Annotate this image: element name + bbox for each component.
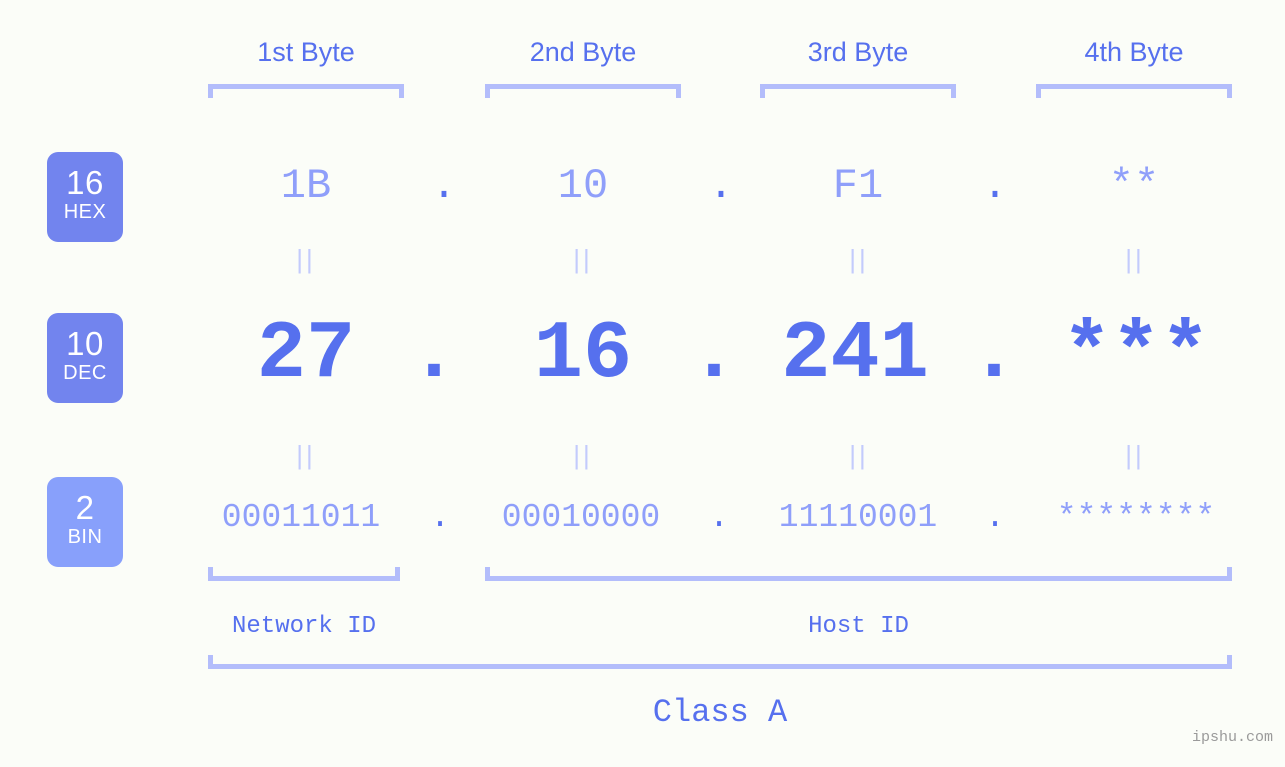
byte-header-label-3: 3rd Byte: [807, 37, 909, 67]
dec-byte-1: 27: [256, 308, 356, 401]
radix-badge-bin[interactable]: 2 BIN: [47, 477, 123, 567]
byte-header-label-4: 4th Byte: [1084, 37, 1184, 67]
byte-bracket-2: [485, 84, 681, 98]
dec-separator-2: .: [689, 308, 739, 401]
hex-separator-2: .: [708, 162, 734, 210]
equals-icon-hex-dec-1: ||: [296, 244, 316, 274]
bin-byte-4: ********: [1056, 499, 1216, 536]
radix-badge-bin-number: 2: [75, 489, 95, 526]
radix-badge-hex[interactable]: 16 HEX: [47, 152, 123, 242]
hex-byte-4: **: [1108, 162, 1160, 210]
host-id-label: Host ID: [808, 613, 909, 640]
dec-separator-3: .: [969, 308, 1019, 401]
byte-bracket-4: [1036, 84, 1232, 98]
byte-bracket-3: [760, 84, 956, 98]
dec-byte-3: 241: [781, 308, 929, 401]
dec-separator-1: .: [409, 308, 459, 401]
dec-byte-2: 16: [533, 308, 633, 401]
host-id-bracket: [485, 567, 1232, 581]
bin-separator-3: .: [985, 499, 1005, 536]
equals-icon-dec-bin-4: ||: [1125, 440, 1145, 470]
network-id-label: Network ID: [231, 613, 377, 640]
bin-byte-3: 11110001: [778, 499, 938, 536]
equals-icon-dec-bin-3: ||: [849, 440, 869, 470]
radix-badge-bin-name: BIN: [67, 526, 103, 548]
radix-badge-dec[interactable]: 10 DEC: [47, 313, 123, 403]
hex-separator-3: .: [982, 162, 1008, 210]
ip-address-breakdown-diagram: 1st Byte 2nd Byte 3rd Byte 4th Byte 16 H…: [0, 0, 1285, 767]
equals-icon-hex-dec-3: ||: [849, 244, 869, 274]
bin-byte-2: 00010000: [501, 499, 661, 536]
radix-badge-dec-name: DEC: [63, 362, 107, 384]
radix-badge-hex-number: 16: [66, 164, 104, 201]
equals-icon-dec-bin-1: ||: [296, 440, 316, 470]
byte-header-label-1: 1st Byte: [257, 37, 355, 67]
bin-separator-1: .: [430, 499, 450, 536]
byte-bracket-1: [208, 84, 404, 98]
byte-header-label-2: 2nd Byte: [529, 37, 637, 67]
hex-byte-3: F1: [832, 162, 884, 210]
radix-badge-hex-name: HEX: [63, 201, 107, 223]
equals-icon-dec-bin-2: ||: [573, 440, 593, 470]
bin-separator-2: .: [709, 499, 729, 536]
class-bracket: [208, 655, 1232, 669]
equals-icon-hex-dec-2: ||: [573, 244, 593, 274]
network-id-bracket: [208, 567, 400, 581]
class-label: Class A: [652, 694, 788, 731]
hex-separator-1: .: [431, 162, 457, 210]
hex-byte-2: 10: [557, 162, 609, 210]
bin-byte-1: 00011011: [221, 499, 381, 536]
site-watermark: ipshu.com: [1191, 729, 1273, 746]
hex-byte-1: 1B: [280, 162, 332, 210]
dec-byte-4: ***: [1062, 308, 1210, 401]
radix-badge-dec-number: 10: [66, 325, 104, 362]
equals-icon-hex-dec-4: ||: [1125, 244, 1145, 274]
